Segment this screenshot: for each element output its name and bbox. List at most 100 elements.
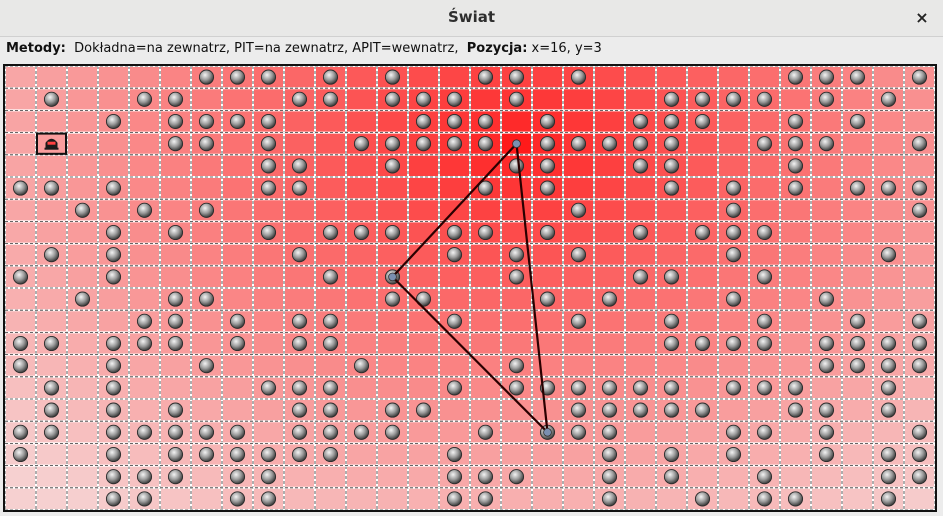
sensor-node-icon[interactable] (787, 69, 804, 85)
sensor-node-icon[interactable] (446, 136, 463, 152)
grid-cell[interactable] (842, 421, 873, 444)
sensor-node-icon[interactable] (756, 269, 773, 285)
grid-cell[interactable] (904, 288, 935, 311)
grid-cell[interactable] (563, 443, 594, 466)
grid-cell[interactable] (36, 110, 67, 133)
sensor-node-icon[interactable] (911, 446, 928, 463)
grid-cell[interactable] (67, 399, 98, 422)
grid-cell[interactable] (36, 310, 67, 333)
grid-cell[interactable] (904, 110, 935, 133)
grid-cell[interactable] (718, 132, 749, 155)
sensor-node-icon[interactable] (167, 402, 184, 418)
grid-cell[interactable] (718, 310, 749, 333)
grid-cell[interactable] (160, 154, 191, 177)
grid-cell[interactable] (346, 376, 377, 399)
sensor-node-icon[interactable] (446, 113, 463, 130)
sensor-node-icon[interactable] (322, 313, 339, 329)
grid-cell[interactable] (315, 132, 346, 155)
sensor-node-icon[interactable] (663, 180, 680, 196)
grid-cell[interactable] (501, 110, 532, 133)
grid-cell[interactable] (656, 199, 687, 222)
sensor-node-icon[interactable] (880, 469, 897, 485)
grid-cell[interactable] (718, 66, 749, 89)
sensor-node-icon[interactable] (384, 402, 401, 418)
sensor-node-icon[interactable] (105, 380, 122, 396)
sensor-node-icon[interactable] (446, 313, 463, 329)
grid-cell[interactable] (873, 110, 904, 133)
grid-cell[interactable] (873, 199, 904, 222)
grid-cell[interactable] (625, 310, 656, 333)
grid-cell[interactable] (842, 88, 873, 111)
grid-cell[interactable] (470, 332, 501, 355)
grid-cell[interactable] (811, 243, 842, 266)
sensor-node-icon[interactable] (725, 291, 742, 307)
sensor-node-icon[interactable] (446, 224, 463, 241)
sensor-node-icon[interactable] (477, 136, 494, 152)
sensor-node-icon[interactable] (136, 91, 153, 107)
grid-cell[interactable] (36, 265, 67, 288)
sensor-node-icon[interactable] (849, 69, 866, 85)
grid-cell[interactable] (129, 376, 160, 399)
grid-cell[interactable] (594, 332, 625, 355)
grid-cell[interactable] (470, 310, 501, 333)
sensor-node-icon[interactable] (446, 380, 463, 396)
grid-cell[interactable] (749, 154, 780, 177)
grid-cell[interactable] (749, 443, 780, 466)
sensor-node-icon[interactable] (105, 224, 122, 241)
grid-cell[interactable] (470, 199, 501, 222)
grid-cell[interactable] (191, 265, 222, 288)
sensor-node-icon[interactable] (136, 202, 153, 218)
grid-cell[interactable] (191, 332, 222, 355)
sensor-node-icon[interactable] (260, 113, 277, 130)
grid-cell[interactable] (563, 88, 594, 111)
grid-cell[interactable] (904, 154, 935, 177)
sensor-node-icon[interactable] (322, 269, 339, 285)
sensor-node-icon[interactable] (43, 247, 60, 263)
sensor-node-icon[interactable] (105, 269, 122, 285)
sensor-node-icon[interactable] (477, 224, 494, 241)
sensor-node-icon[interactable] (570, 424, 587, 440)
grid-cell[interactable] (594, 265, 625, 288)
grid-cell[interactable] (408, 487, 439, 510)
grid-cell[interactable] (5, 399, 36, 422)
grid-cell[interactable] (67, 132, 98, 155)
grid-cell[interactable] (687, 243, 718, 266)
sensor-node-icon[interactable] (911, 358, 928, 374)
grid-cell[interactable] (439, 66, 470, 89)
grid-cell[interactable] (532, 354, 563, 377)
grid-cell[interactable] (842, 376, 873, 399)
grid-cell[interactable] (222, 154, 253, 177)
grid-cell[interactable] (129, 177, 160, 200)
grid-cell[interactable] (594, 66, 625, 89)
sensor-node-icon[interactable] (384, 91, 401, 107)
grid-cell[interactable] (191, 243, 222, 266)
grid-cell[interactable] (129, 66, 160, 89)
sensor-node-icon[interactable] (849, 180, 866, 196)
sensor-node-icon[interactable] (322, 380, 339, 396)
sensor-node-icon[interactable] (756, 224, 773, 241)
sensor-node-icon[interactable] (384, 158, 401, 174)
grid-cell[interactable] (253, 88, 284, 111)
grid-cell[interactable] (563, 265, 594, 288)
sensor-node-icon[interactable] (198, 358, 215, 374)
grid-cell[interactable] (98, 310, 129, 333)
grid-cell[interactable] (377, 443, 408, 466)
grid-cell[interactable] (222, 243, 253, 266)
grid-cell[interactable] (563, 177, 594, 200)
grid-cell[interactable] (904, 221, 935, 244)
grid-cell[interactable] (842, 465, 873, 488)
sensor-node-icon[interactable] (725, 424, 742, 440)
sensor-node-icon[interactable] (880, 335, 897, 352)
grid-cell[interactable] (191, 399, 222, 422)
grid-cell[interactable] (625, 243, 656, 266)
grid-cell[interactable] (687, 132, 718, 155)
grid-cell[interactable] (625, 443, 656, 466)
grid-cell[interactable] (191, 487, 222, 510)
sensor-node-icon[interactable] (818, 446, 835, 463)
grid-cell[interactable] (718, 465, 749, 488)
grid-cell[interactable] (749, 354, 780, 377)
sensor-node-icon[interactable] (43, 335, 60, 352)
sensor-node-icon[interactable] (601, 402, 618, 418)
sensor-node-icon[interactable] (291, 313, 308, 329)
sensor-node-icon[interactable] (508, 269, 525, 285)
